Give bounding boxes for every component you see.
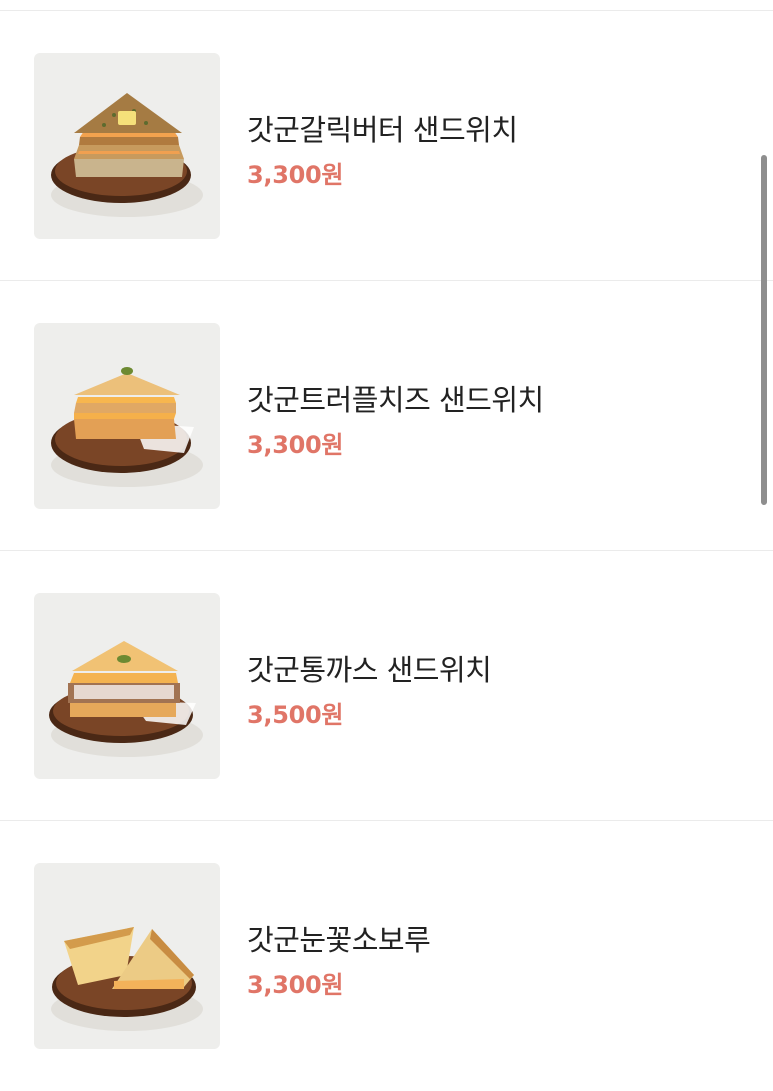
menu-item-garlic-butter[interactable]: 갓군갈릭버터 샌드위치 3,300원 bbox=[0, 11, 773, 281]
menu-item-image[interactable] bbox=[34, 593, 220, 779]
menu-item-image[interactable] bbox=[34, 53, 220, 239]
scrollbar[interactable] bbox=[761, 155, 767, 505]
menu-item-price: 3,300원 bbox=[247, 431, 344, 459]
menu-item-name: 갓군통까스 샌드위치 bbox=[247, 653, 492, 687]
menu-item-image[interactable] bbox=[34, 863, 220, 1049]
menu-item-image[interactable] bbox=[34, 323, 220, 509]
snowflake-soboro-image bbox=[51, 927, 203, 1031]
menu-item-price: 3,300원 bbox=[247, 161, 344, 189]
menu-item-truffle-cheese[interactable]: 갓군트러플치즈 샌드위치 3,300원 bbox=[0, 281, 773, 551]
menu-item-price: 3,500원 bbox=[247, 701, 344, 729]
truffle-cheese-sandwich-image bbox=[51, 367, 203, 487]
menu-item-name: 갓군눈꽃소보루 bbox=[247, 923, 431, 957]
menu-item-name: 갓군갈릭버터 샌드위치 bbox=[247, 113, 518, 147]
garlic-butter-sandwich-image bbox=[51, 93, 203, 217]
tonkatsu-sandwich-image bbox=[49, 641, 203, 757]
menu-item-price: 3,300원 bbox=[247, 971, 344, 999]
menu-list: 갓군갈릭버터 샌드위치 3,300원 갓군트러플치즈 샌드위치 3,300원 갓… bbox=[0, 11, 773, 1091]
menu-item-snowflake-soboro[interactable]: 갓군눈꽃소보루 3,300원 bbox=[0, 821, 773, 1091]
menu-item-tonkatsu[interactable]: 갓군통까스 샌드위치 3,500원 bbox=[0, 551, 773, 821]
menu-item-name: 갓군트러플치즈 샌드위치 bbox=[247, 383, 544, 417]
